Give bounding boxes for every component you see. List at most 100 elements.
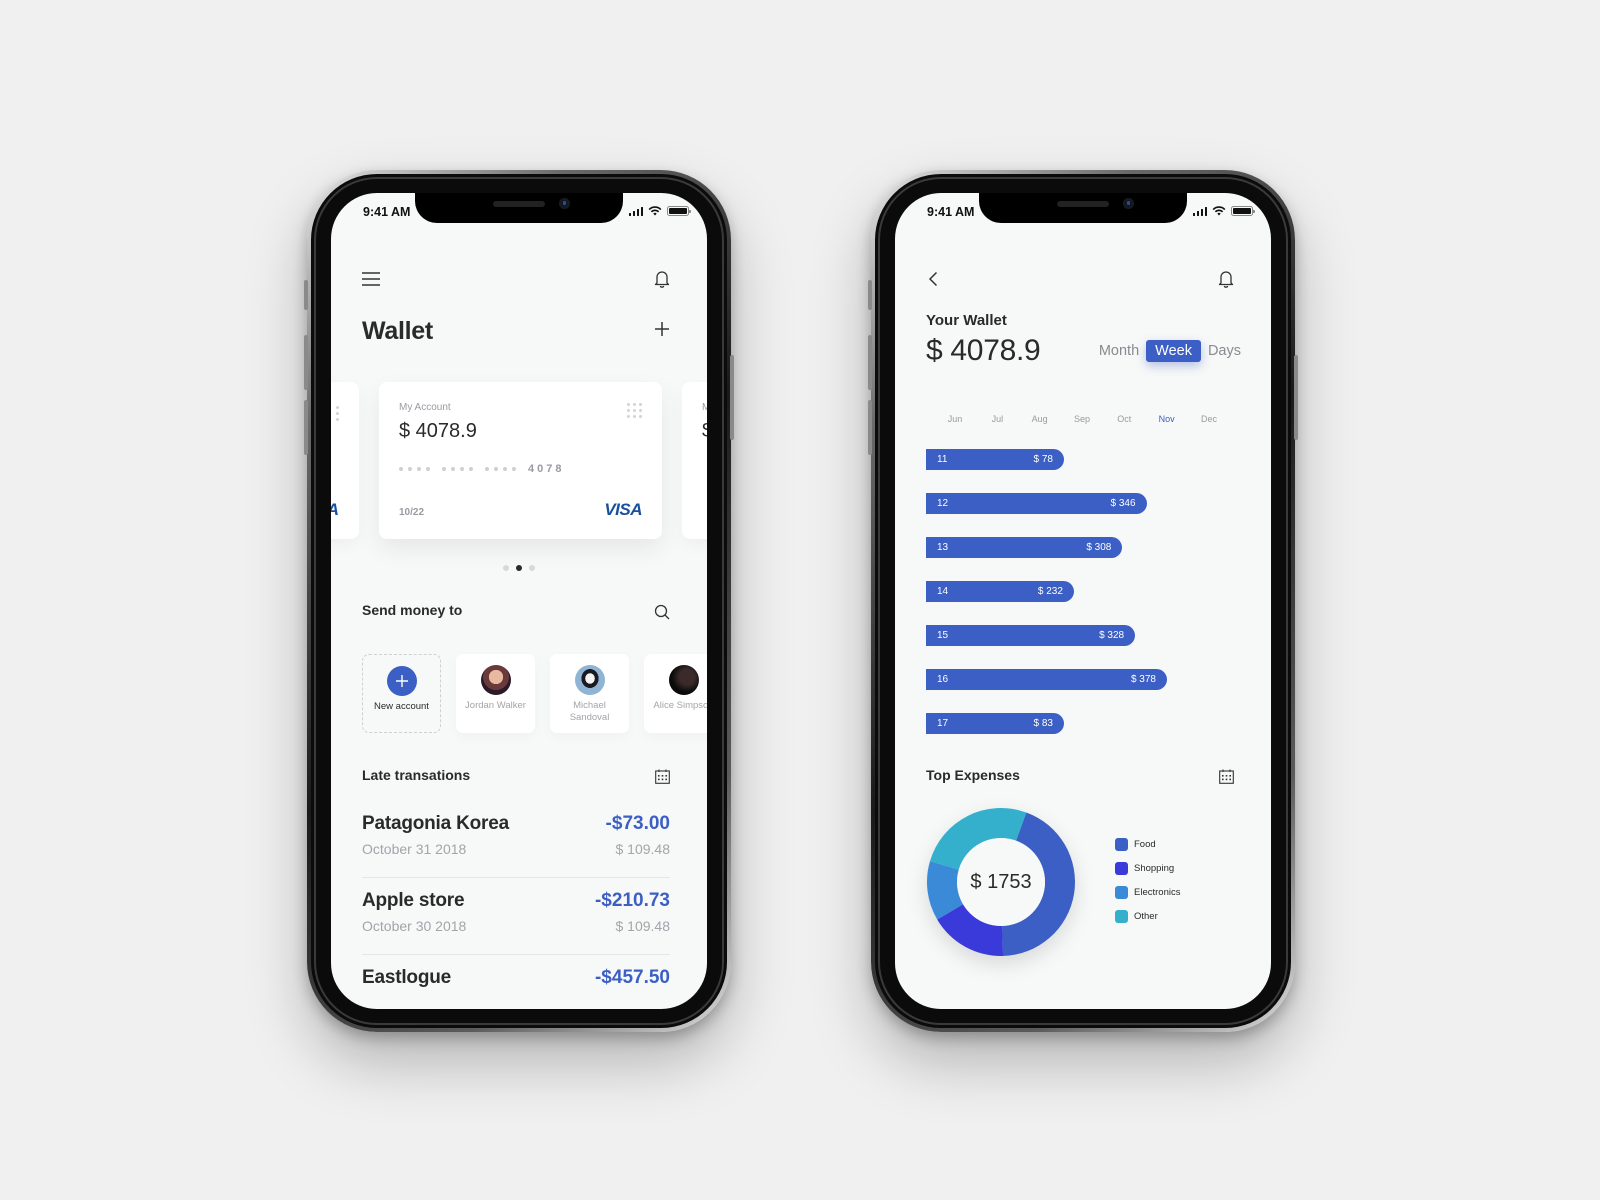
contact-michael-sandoval[interactable]: Michael Sandoval — [550, 654, 629, 733]
search-icon[interactable] — [652, 602, 672, 622]
contact-name: New account — [374, 701, 429, 712]
month-oct[interactable]: Oct — [1109, 414, 1139, 424]
period-tabs: Month Week Days — [1099, 340, 1241, 362]
month-nov[interactable]: Nov — [1152, 414, 1182, 424]
transaction-amount: -$210.73 — [594, 890, 670, 911]
volume-down-button — [304, 400, 308, 455]
tab-month[interactable]: Month — [1099, 340, 1139, 362]
bar-value-label: $ 83 — [1033, 718, 1053, 729]
month-selector: Jun Jul Aug Sep Oct Nov Dec — [926, 414, 1238, 424]
month-dec[interactable]: Dec — [1194, 414, 1224, 424]
status-time: 9:41 AM — [927, 205, 975, 219]
bar-day-17[interactable]: 17 $ 83 — [926, 713, 1064, 734]
legend-label: Other — [1134, 911, 1158, 922]
bell-icon[interactable] — [651, 267, 673, 291]
chevron-left-icon[interactable] — [923, 268, 943, 290]
transaction-balance: $ 109.48 — [615, 841, 671, 857]
new-account-button[interactable]: New account — [362, 654, 441, 733]
plus-icon[interactable] — [652, 319, 672, 339]
wallet-title: Your Wallet — [926, 312, 1007, 329]
transaction-row[interactable]: Apple store October 30 2018 -$210.73 $ 1… — [362, 878, 670, 955]
legend-swatch — [1115, 862, 1128, 875]
wallet-stats-screen: 9:41 AM Your Wallet $ 4078.9 Month Week … — [895, 193, 1271, 1009]
transaction-date: October 31 2018 — [362, 841, 467, 857]
bar-day-14[interactable]: 14 $ 232 — [926, 581, 1074, 602]
transaction-row[interactable]: Eastlogue -$457.50 — [362, 955, 670, 1009]
bar-day-label: 12 — [937, 498, 949, 509]
transaction-amount: -$73.00 — [605, 813, 670, 834]
month-jul[interactable]: Jul — [982, 414, 1012, 424]
card-number: 4078 — [399, 463, 564, 475]
transaction-merchant: Patagonia Korea — [362, 813, 509, 834]
power-button — [730, 355, 734, 440]
card-balance-fragment: $ — [702, 420, 707, 443]
bar-day-13[interactable]: 13 $ 308 — [926, 537, 1123, 558]
calendar-icon[interactable] — [653, 767, 671, 785]
legend-swatch — [1115, 838, 1128, 851]
legend-item-other[interactable]: Other — [1115, 910, 1180, 923]
card-previous[interactable]: A — [331, 382, 359, 539]
bar-day-label: 14 — [937, 586, 949, 597]
weekly-spending-chart: 11 $ 78 12 $ 346 13 $ 308 14 $ 232 15 $ 328 16 $ 37… — [926, 449, 1246, 749]
card-menu-icon[interactable] — [627, 403, 642, 418]
pager-dot-active[interactable] — [516, 565, 522, 571]
avatar — [574, 665, 605, 695]
contact-jordan-walker[interactable]: Jordan Walker — [456, 654, 535, 733]
card-my-account[interactable]: My Account $ 4078.9 4078 10/22 ​VISA — [379, 382, 662, 539]
bar-value-label: $ 78 — [1033, 454, 1053, 465]
status-time: 9:41 AM — [363, 205, 411, 219]
transaction-date: October 30 2018 — [362, 918, 467, 934]
transactions-title: Late transations — [362, 767, 471, 783]
power-button — [1294, 355, 1298, 440]
transaction-merchant: Apple store — [362, 890, 465, 911]
transaction-row[interactable]: Patagonia Korea October 31 2018 -$73.00 … — [362, 801, 670, 878]
bell-icon[interactable] — [1215, 267, 1237, 291]
contact-alice-simpson[interactable]: Alice Simpson — [644, 654, 707, 733]
signal-icon — [628, 206, 643, 216]
wallet-screen: 9:41 AM Wallet A My Account $ 4078.9 — [331, 193, 707, 1009]
notch — [415, 193, 623, 223]
month-aug[interactable]: Aug — [1025, 414, 1055, 424]
pager-dot[interactable] — [529, 565, 535, 571]
signal-icon — [1192, 206, 1207, 216]
bar-day-16[interactable]: 16 $ 378 — [926, 669, 1167, 690]
front-camera — [1123, 198, 1134, 209]
pager-dot[interactable] — [503, 565, 509, 571]
hamburger-menu-icon[interactable] — [360, 268, 382, 290]
wifi-icon — [648, 206, 662, 216]
bar-day-15[interactable]: 15 $ 328 — [926, 625, 1136, 646]
masked-digits — [485, 467, 516, 471]
legend-item-electronics[interactable]: Electronics — [1115, 886, 1180, 899]
legend-item-food[interactable]: Food — [1115, 838, 1180, 851]
mute-switch — [868, 280, 872, 310]
month-jun[interactable]: Jun — [940, 414, 970, 424]
volume-up-button — [868, 335, 872, 390]
visa-logo-fragment: A — [331, 500, 339, 520]
calendar-icon[interactable] — [1217, 767, 1235, 785]
transactions-list: Patagonia Korea October 31 2018 -$73.00 … — [362, 801, 670, 1009]
card-menu-icon — [336, 406, 339, 421]
contact-name: Jordan Walker — [465, 700, 526, 711]
bar-value-label: $ 308 — [1086, 542, 1112, 553]
expenses-legend: Food Shopping Electronics Other — [1115, 838, 1180, 923]
notch — [979, 193, 1187, 223]
month-sep[interactable]: Sep — [1067, 414, 1097, 424]
wallet-balance: $ 4078.9 — [926, 334, 1041, 367]
card-next[interactable]: M $ — [682, 382, 707, 539]
legend-label: Shopping — [1134, 863, 1175, 874]
legend-item-shopping[interactable]: Shopping — [1115, 862, 1180, 875]
transaction-merchant: Eastlogue — [362, 967, 451, 988]
tab-days[interactable]: Days — [1208, 340, 1241, 362]
bar-value-label: $ 328 — [1099, 630, 1125, 641]
legend-swatch — [1115, 886, 1128, 899]
transaction-amount: -$457.50 — [594, 967, 670, 988]
bar-day-12[interactable]: 12 $ 346 — [926, 493, 1147, 514]
bar-day-label: 15 — [937, 630, 949, 641]
avatar — [480, 665, 511, 695]
volume-down-button — [868, 400, 872, 455]
tab-week[interactable]: Week — [1146, 340, 1201, 362]
bar-day-11[interactable]: 11 $ 78 — [926, 449, 1064, 470]
plus-circle-icon — [386, 666, 417, 696]
transaction-balance: $ 109.48 — [615, 918, 671, 934]
donut-total: $ 1753 — [970, 870, 1032, 893]
